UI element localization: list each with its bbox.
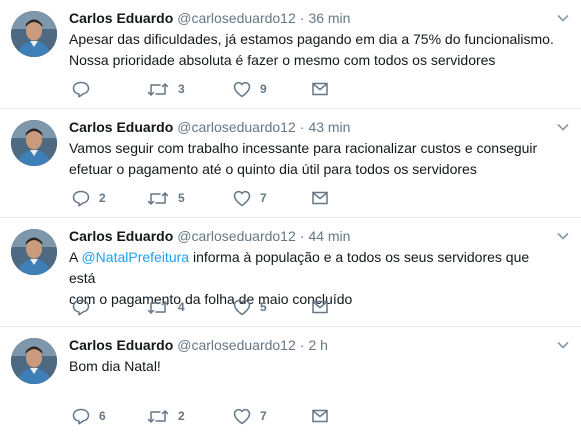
author-name[interactable]: Carlos Eduardo [69,10,173,26]
like-button[interactable]: 7 [233,407,267,425]
chevron-down-icon[interactable] [557,14,569,22]
retweet-button[interactable]: 3 [147,80,185,98]
reply-icon [72,408,90,425]
tweet-text-line: Nossa prioridade absoluta é fazer o mesm… [69,52,496,68]
reply-button[interactable]: 6 [72,407,106,425]
retweet-count: 4 [178,300,185,314]
tweet-text: Vamos seguir com trabalho incessante par… [69,138,559,180]
chevron-down-icon[interactable] [557,341,569,349]
author-handle[interactable]: @carloseduardo12 [177,337,296,353]
reply-count: 2 [99,191,106,205]
tweet[interactable]: Carlos Eduardo @carloseduardo12 · 43 min Va… [0,109,581,218]
like-button[interactable]: 7 [233,189,267,207]
tweet-timestamp[interactable]: 36 min [308,10,350,26]
direct-message-button[interactable] [312,189,328,207]
tweet-text: Apesar das dificuldades, já estamos paga… [69,29,559,71]
retweet-count: 5 [178,191,185,205]
like-button[interactable]: 9 [233,80,267,98]
tweet-actions: 2 5 7 [69,189,349,207]
reply-icon [72,190,90,207]
tweet-text-line: efetuar o pagamento até o quinto dia úti… [69,161,477,177]
retweet-button[interactable]: 2 [147,407,185,425]
separator-dot: · [299,228,305,244]
heart-icon [233,81,251,97]
author-name[interactable]: Carlos Eduardo [69,337,173,353]
tweet-header: Carlos Eduardo @carloseduardo12 · 44 min [69,227,350,245]
retweet-icon [147,82,169,96]
heart-icon [233,299,251,315]
chevron-down-icon[interactable] [557,232,569,240]
avatar[interactable] [11,229,57,275]
separator-dot: · [299,337,305,353]
envelope-icon [312,191,328,205]
tweet[interactable]: Carlos Eduardo @carloseduardo12 · 2 h Bom d… [0,327,581,436]
author-name[interactable]: Carlos Eduardo [69,228,173,244]
tweet-header: Carlos Eduardo @carloseduardo12 · 36 min [69,9,350,27]
tweet[interactable]: Carlos Eduardo @carloseduardo12 · 44 min A … [0,218,581,327]
avatar[interactable] [11,11,57,57]
tweet-timestamp[interactable]: 44 min [308,228,350,244]
timeline: Carlos Eduardo @carloseduardo12 · 36 min Ap… [0,0,581,436]
tweet-text: Bom dia Natal! [69,356,559,377]
author-handle[interactable]: @carloseduardo12 [177,119,296,135]
avatar[interactable] [11,120,57,166]
author-name[interactable]: Carlos Eduardo [69,119,173,135]
tweet-timestamp[interactable]: 43 min [308,119,350,135]
direct-message-button[interactable] [312,407,328,425]
separator-dot: · [299,119,305,135]
tweet[interactable]: Carlos Eduardo @carloseduardo12 · 36 min Ap… [0,0,581,109]
reply-icon [72,299,90,316]
like-count: 7 [260,191,267,205]
reply-button[interactable]: 2 [72,189,106,207]
retweet-icon [147,191,169,205]
retweet-icon [147,300,169,314]
retweet-count: 3 [178,82,185,96]
reply-icon [72,81,90,98]
tweet-header: Carlos Eduardo @carloseduardo12 · 2 h [69,336,328,354]
like-count: 9 [260,82,267,96]
tweet-actions: 3 9 [69,80,349,98]
retweet-button[interactable]: 5 [147,189,185,207]
retweet-button[interactable]: 4 [147,298,185,316]
tweet-text-line: Apesar das dificuldades, já estamos paga… [69,31,554,47]
tweet-text-prefix: A [69,249,82,265]
envelope-icon [312,300,328,314]
tweet-text-line: Vamos seguir com trabalho incessante par… [69,140,538,156]
avatar[interactable] [11,338,57,384]
heart-icon [233,408,251,424]
envelope-icon [312,82,328,96]
author-handle[interactable]: @carloseduardo12 [177,10,296,26]
chevron-down-icon[interactable] [557,123,569,131]
mention-link[interactable]: @NatalPrefeitura [81,249,189,265]
direct-message-button[interactable] [312,298,328,316]
retweet-icon [147,409,169,423]
like-count: 5 [260,300,267,314]
author-handle[interactable]: @carloseduardo12 [177,228,296,244]
tweet-timestamp[interactable]: 2 h [308,337,327,353]
direct-message-button[interactable] [312,80,328,98]
reply-button[interactable] [72,80,99,98]
like-button[interactable]: 5 [233,298,267,316]
tweet-actions: 4 5 [69,298,349,316]
reply-button[interactable] [72,298,99,316]
separator-dot: · [299,10,305,26]
tweet-text-line: Bom dia Natal! [69,358,161,374]
heart-icon [233,190,251,206]
tweet-actions: 6 2 7 [69,407,349,425]
tweet-text-line: A @NatalPrefeitura informa à população e… [69,247,559,289]
tweet-header: Carlos Eduardo @carloseduardo12 · 43 min [69,118,350,136]
